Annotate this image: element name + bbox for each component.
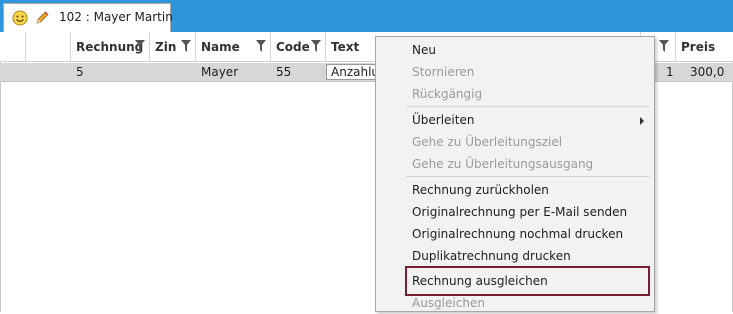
menu-item-label: Überleiten [412, 113, 475, 127]
menu-item-label: Ausgleichen [412, 296, 485, 310]
menu-item-originalrechnung-drucken[interactable]: Originalrechnung nochmal drucken [376, 223, 654, 245]
menu-item-label: Originalrechnung nochmal drucken [412, 227, 624, 241]
menu-item-neu[interactable]: Neu [376, 39, 654, 61]
context-menu: Neu Stornieren Rückgängig Überleiten Geh… [375, 36, 655, 312]
column-select [26, 32, 71, 62]
smiley-icon [12, 10, 28, 26]
menu-item-ausgleichen: Ausgleichen [376, 292, 654, 314]
column-header-code[interactable]: Code [271, 32, 326, 62]
submenu-arrow-icon [640, 117, 644, 125]
menu-item-label: Rückgängig [412, 87, 483, 101]
menu-item-label: Stornieren [412, 65, 475, 79]
menu-item-label: Gehe zu Überleitungsausgang [412, 157, 594, 171]
filter-icon[interactable] [135, 40, 145, 52]
cell-qty: 1 [666, 65, 674, 79]
menu-item-label: Duplikatrechnung drucken [412, 249, 571, 263]
cell-text-editor[interactable]: Anzahlu [326, 64, 382, 80]
filter-icon[interactable] [311, 40, 321, 52]
cell-name: Mayer [201, 65, 239, 79]
menu-item-rechnung-zurueckholen[interactable]: Rechnung zurückholen [376, 179, 654, 201]
cell-preis: 300,0 [690, 65, 725, 79]
column-label: Name [201, 40, 240, 54]
column-header-name[interactable]: Name [196, 32, 271, 62]
menu-item-duplikatrechnung-drucken[interactable]: Duplikatrechnung drucken [376, 245, 654, 267]
column-label: Zin [155, 40, 177, 54]
menu-item-stornieren: Stornieren [376, 61, 654, 83]
column-label: Rechnung [76, 40, 144, 54]
menu-item-gehe-zu-ueberleitungsausgang: Gehe zu Überleitungsausgang [376, 153, 654, 175]
menu-item-ueberleiten[interactable]: Überleiten [376, 109, 654, 131]
tab-record-id: 102 : [59, 10, 90, 24]
filter-icon[interactable] [181, 40, 191, 52]
menu-item-label: Neu [412, 43, 436, 57]
record-tab[interactable]: 102 : Mayer Martin [3, 3, 173, 32]
column-label: Text [331, 40, 360, 54]
menu-item-gehe-zu-ueberleitungsziel: Gehe zu Überleitungsziel [376, 131, 654, 153]
menu-item-originalrechnung-email[interactable]: Originalrechnung per E-Mail senden [376, 201, 654, 223]
menu-separator [406, 176, 650, 177]
filter-icon[interactable] [659, 40, 669, 52]
tab-title: 102 : Mayer Martin [59, 10, 173, 24]
filter-icon[interactable] [256, 40, 266, 52]
menu-item-label: Rechnung zurückholen [412, 183, 549, 197]
cell-text-value: Anzahlu [331, 65, 380, 79]
column-header-zin[interactable]: Zin [150, 32, 196, 62]
menu-item-rueckgaengig: Rückgängig [376, 83, 654, 105]
column-label: Preis [681, 40, 716, 54]
column-header-rechnung[interactable]: Rechnung [71, 32, 150, 62]
menu-item-label: Originalrechnung per E-Mail senden [412, 205, 628, 219]
tab-record-name: Mayer Martin [93, 10, 173, 24]
column-label: Code [276, 40, 310, 54]
pencil-icon[interactable] [34, 10, 50, 26]
cell-code: 55 [276, 65, 292, 79]
menu-separator [406, 106, 650, 107]
menu-item-label: Gehe zu Überleitungsziel [412, 135, 563, 149]
cell-rechnung: 5 [76, 65, 84, 79]
column-indicator [0, 32, 26, 62]
column-header-preis[interactable]: Preis [676, 32, 733, 62]
